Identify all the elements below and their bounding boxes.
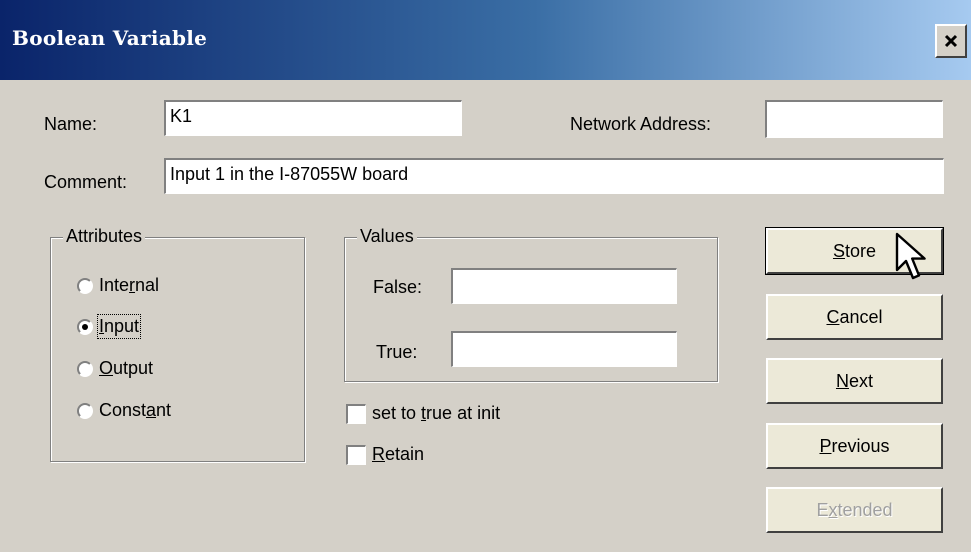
checkbox-icon <box>346 403 366 424</box>
dialog-body: Name: K1 Network Address: Comment: Input… <box>0 80 971 552</box>
set-true-at-init-label: set to true at init <box>372 403 501 423</box>
network-address-label: Network Address: <box>570 114 712 134</box>
next-button[interactable]: Next <box>766 358 943 404</box>
name-label: Name: <box>44 114 98 134</box>
comment-label: Comment: <box>44 172 128 192</box>
next-button-label: Next <box>835 370 873 391</box>
true-value-field[interactable] <box>451 331 677 367</box>
radio-output[interactable]: Output <box>77 358 153 379</box>
mouse-pointer-icon <box>895 232 926 280</box>
network-address-field[interactable] <box>765 100 943 138</box>
title-bar: Boolean Variable <box>0 0 971 80</box>
radio-output-label: Output <box>99 358 154 378</box>
true-label: True: <box>376 342 418 362</box>
radio-internal-label: Internal <box>99 275 160 295</box>
radio-icon <box>77 402 93 419</box>
close-icon <box>944 34 958 48</box>
extended-button-label: Extended <box>816 499 893 520</box>
radio-icon <box>77 277 93 294</box>
radio-input[interactable]: Input <box>77 314 142 339</box>
extended-button: Extended <box>766 487 943 533</box>
name-value: K1 <box>170 106 193 126</box>
cancel-button[interactable]: Cancel <box>766 294 943 340</box>
radio-icon <box>77 318 93 335</box>
false-value-field[interactable] <box>451 268 677 304</box>
attributes-legend: Attributes <box>63 226 146 247</box>
name-field[interactable]: K1 <box>164 100 462 136</box>
comment-value: Input 1 in the I-87055W board <box>170 164 409 184</box>
set-true-at-init-checkbox[interactable]: set to true at init <box>346 403 500 424</box>
window-title: Boolean Variable <box>12 26 208 50</box>
values-group: Values False: True: <box>344 226 718 382</box>
store-button-label: Store <box>832 240 877 261</box>
close-button[interactable] <box>935 24 967 58</box>
cancel-button-label: Cancel <box>826 306 883 327</box>
comment-field[interactable]: Input 1 in the I-87055W board <box>164 158 944 194</box>
checkbox-icon <box>346 444 366 465</box>
radio-selected-dot <box>82 323 88 330</box>
radio-input-label: Input <box>96 314 142 339</box>
previous-button-label: Previous <box>819 435 890 456</box>
radio-icon <box>77 360 93 377</box>
previous-button[interactable]: Previous <box>766 423 943 469</box>
radio-internal[interactable]: Internal <box>77 275 159 296</box>
false-label: False: <box>373 277 423 297</box>
attributes-group: Attributes Internal Input Output Constan… <box>50 226 305 462</box>
retain-checkbox[interactable]: Retain <box>346 444 424 465</box>
radio-constant[interactable]: Constant <box>77 400 171 421</box>
retain-label: Retain <box>372 444 425 464</box>
radio-constant-label: Constant <box>99 400 172 420</box>
values-legend: Values <box>357 226 417 247</box>
